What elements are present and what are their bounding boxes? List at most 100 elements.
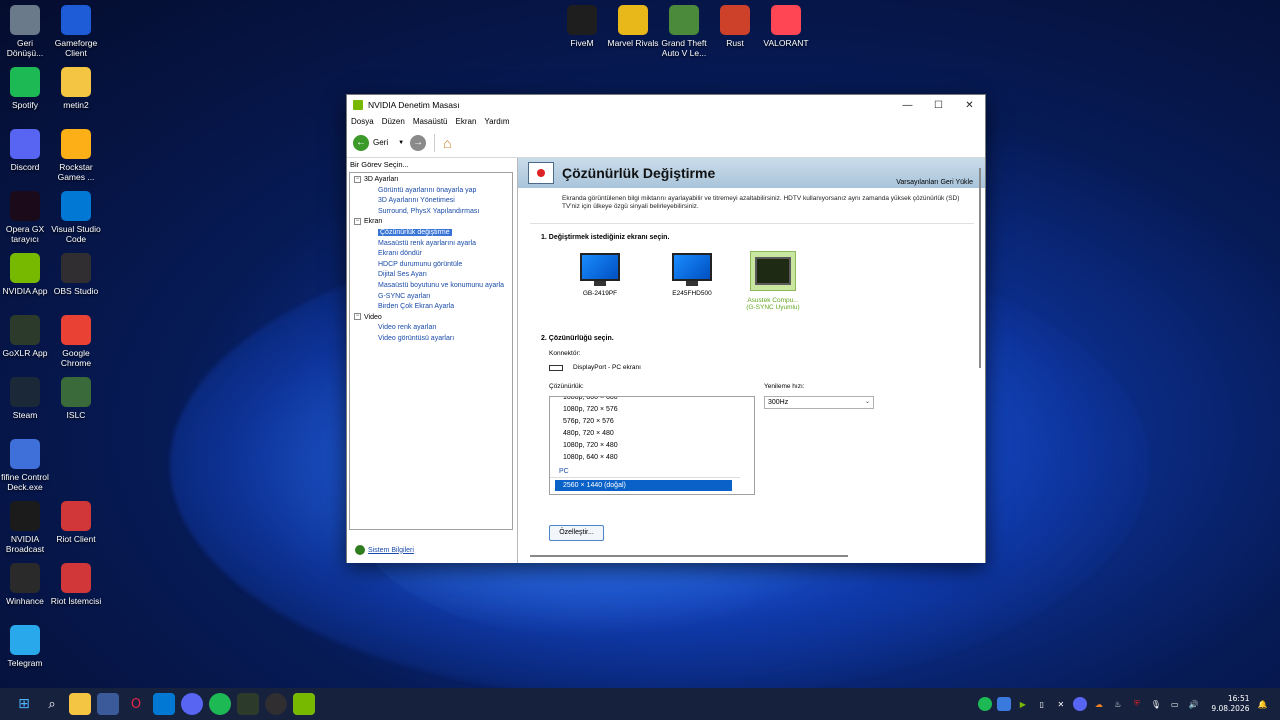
tree-item[interactable]: Çözünürlük değiştirme [350, 228, 512, 239]
window-title: NVIDIA Denetim Masası [368, 100, 460, 110]
home-icon[interactable]: ⌂ [443, 135, 451, 151]
spotify-tray-icon[interactable] [977, 697, 992, 711]
folder-icon [61, 67, 91, 97]
menu-duzen[interactable]: Düzen [382, 117, 405, 126]
tree-item[interactable]: 3D Ayarlarını Yönetimesi [350, 196, 512, 207]
resolution-option[interactable]: 576p, 720 × 576 [550, 416, 754, 428]
desktop-icon[interactable]: fifine Control Deck.exe [0, 439, 56, 492]
vertical-scrollbar[interactable] [979, 168, 981, 368]
goxlr-icon[interactable] [237, 693, 259, 715]
desktop-icon[interactable]: Rockstar Games ... [45, 129, 107, 182]
cloud-tray-icon[interactable]: ☁ [1092, 697, 1106, 711]
resolution-option[interactable]: 1080p, 720 × 576 [550, 404, 754, 416]
riot-client-icon [61, 563, 91, 593]
tree-item[interactable]: Masaüstü renk ayarlarını ayarla [350, 239, 512, 250]
file-explorer-icon[interactable] [69, 693, 91, 715]
back-dropdown-icon[interactable]: ▼ [398, 140, 404, 146]
desktop-icon[interactable]: Google Chrome [45, 315, 107, 368]
maximize-button[interactable]: ☐ [923, 95, 954, 115]
tree-item-label: Video görüntüsü ayarları [378, 334, 455, 342]
discord-tray-icon[interactable] [1072, 697, 1087, 711]
microphone-icon[interactable]: 🎙 [1149, 697, 1163, 711]
desktop-icon[interactable]: Gameforge Client [45, 5, 107, 58]
app-tray-icon[interactable] [996, 697, 1011, 711]
app-icon[interactable] [97, 693, 119, 715]
tree-item[interactable]: Video renk ayarları [350, 323, 512, 334]
desktop-icon[interactable]: VALORANT [755, 5, 817, 48]
shield-tray-icon[interactable]: ⛨ [1130, 697, 1144, 711]
collapse-icon[interactable]: − [354, 175, 361, 183]
desktop-icon[interactable]: Visual Studio Code [45, 191, 107, 244]
vscode-icon[interactable] [153, 693, 175, 715]
resolution-option[interactable]: 1080p, 800 × 600 [550, 397, 754, 404]
resolution-list[interactable]: 1080p, 800 × 600 1080p, 720 × 576 576p, 72… [549, 396, 755, 495]
resolution-rows: 1080p, 800 × 600 1080p, 720 × 576 576p, 72… [550, 397, 754, 464]
tree-item[interactable]: Birden Çok Ekran Ayarla [350, 302, 512, 313]
volume-icon[interactable]: 🔊 [1187, 697, 1201, 711]
obs-icon[interactable] [265, 693, 287, 715]
desktop-icon[interactable]: metin2 [45, 67, 107, 110]
nvidia-icon[interactable] [293, 693, 315, 715]
title-bar[interactable]: NVIDIA Denetim Masası — ☐ ✕ [347, 95, 985, 115]
monitor-gb2419pf[interactable]: GB-2419PF [570, 253, 630, 297]
notification-icon[interactable]: 🔔 [1256, 697, 1270, 711]
menu-ekran[interactable]: Ekran [456, 117, 477, 126]
resolution-option[interactable]: 1080p, 720 × 480 [550, 440, 754, 452]
system-info-link[interactable]: Sistem Bilgileri [355, 545, 414, 555]
collapse-icon[interactable]: − [354, 313, 361, 321]
rockstar-icon [61, 129, 91, 159]
tree-item[interactable]: Dijital Ses Ayarı [350, 270, 512, 281]
desktop-icon[interactable]: Riot Client [45, 501, 107, 544]
desktop-icon[interactable]: Telegram [0, 625, 56, 668]
discord-icon[interactable] [181, 693, 203, 715]
tree-item[interactable]: Ekranı döndür [350, 249, 512, 260]
selected-resolution[interactable]: 2560 × 1440 (doğal) [555, 480, 732, 491]
start-icon[interactable]: ⊞ [13, 693, 35, 715]
spotify-icon[interactable] [209, 693, 231, 715]
tree-item[interactable]: Görüntü ayarlarını önayarla yap [350, 186, 512, 197]
tree-category[interactable]: − Ekran [350, 217, 512, 228]
search-icon[interactable]: ⌕ [41, 693, 63, 715]
monitor-asustek[interactable]: Asustek Compu... (G-SYNC Uyumlu) [743, 251, 803, 311]
opera-gx-icon[interactable]: O [125, 693, 147, 715]
tree-item-label: Dijital Ses Ayarı [378, 271, 427, 279]
tree-item[interactable]: G-SYNC ayarları [350, 292, 512, 303]
tree-item[interactable]: Masaüstü boyutunu ve konumunu ayarla [350, 281, 512, 292]
monitor-e245fhd500[interactable]: E245FHD500 [662, 253, 722, 297]
monitor-stand [594, 281, 606, 286]
tree-category[interactable]: −3D Ayarları [350, 175, 512, 186]
back-arrow-icon[interactable]: ← [353, 134, 369, 151]
nvidia-logo-icon [353, 100, 363, 110]
resolution-option[interactable]: 1080p, 640 × 480 [550, 452, 754, 464]
menu-yardim[interactable]: Yardım [484, 117, 509, 126]
tree-item[interactable]: Video görüntüsü ayarları [350, 334, 512, 345]
telegram-icon [10, 625, 40, 655]
desktop-icon-label: Riot Client [56, 534, 96, 544]
page-title: Çözünürlük Değiştirme [562, 165, 716, 181]
tree-category[interactable]: − Video [350, 313, 512, 324]
horizontal-scrollbar[interactable] [530, 555, 848, 557]
customize-button[interactable]: Özelleştir... [549, 525, 604, 541]
play-tray-icon[interactable]: ▶ [1016, 697, 1030, 711]
close-tray-icon[interactable]: ✕ [1054, 697, 1068, 711]
tree-item[interactable]: HDCP durumunu görüntüle [350, 260, 512, 271]
collapse-icon[interactable]: − [354, 218, 361, 226]
close-button[interactable]: ✕ [954, 95, 985, 115]
refresh-rate-select[interactable]: 300Hz ⌄ [764, 396, 874, 409]
app-tray-icon[interactable]: ▯ [1035, 697, 1049, 711]
forward-arrow-icon[interactable]: → [410, 134, 427, 151]
minimize-button[interactable]: — [892, 95, 923, 115]
back-button[interactable]: Geri [373, 138, 388, 147]
desktop-icon[interactable]: Riot İstemcisi [45, 563, 107, 606]
menu-dosya[interactable]: Dosya [351, 117, 374, 126]
resolution-option[interactable]: 480p, 720 × 480 [550, 428, 754, 440]
toolbar-divider [434, 133, 436, 152]
steam-tray-icon[interactable]: ♨ [1111, 697, 1125, 711]
desktop-icon[interactable]: OBS Studio [45, 253, 107, 296]
desktop-icon[interactable]: ISLC [45, 377, 107, 420]
menu-masaustu[interactable]: Masaüstü [413, 117, 448, 126]
tree-item[interactable]: Surround, PhysX Yapılandırması [350, 207, 512, 218]
restore-defaults-link[interactable]: Varsayılanları Geri Yükle [896, 179, 973, 186]
clock[interactable]: 16:51 9.08.2026 [1211, 694, 1249, 714]
network-icon[interactable]: ▭ [1168, 697, 1182, 711]
